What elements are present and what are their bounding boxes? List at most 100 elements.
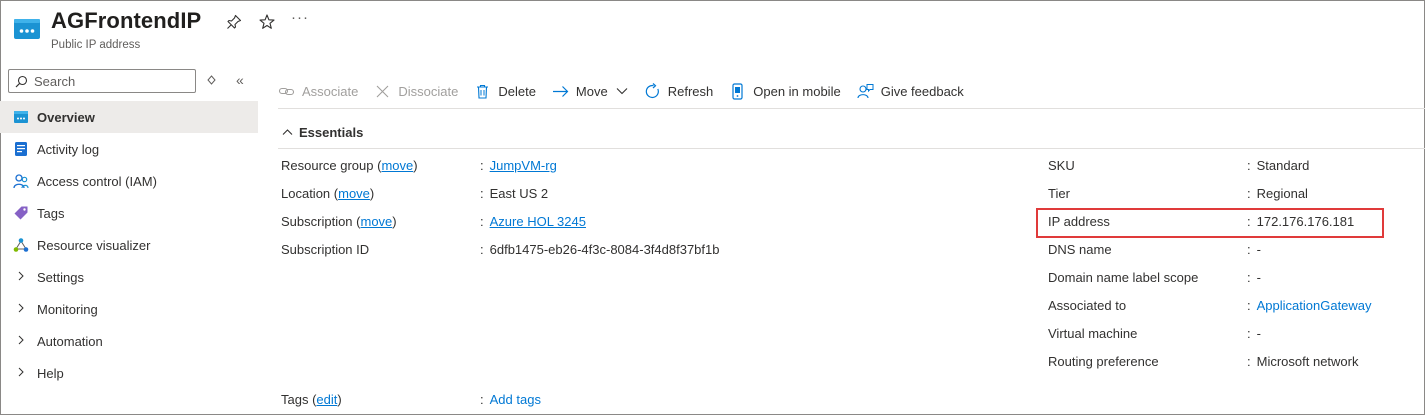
tags-value-row: : Add tags [480,392,541,407]
chevron-right-icon [13,302,29,316]
sidebar-item-monitoring[interactable]: Monitoring [0,293,258,325]
virtual-machine-value-row: :- [1247,326,1261,341]
link-icon [278,87,295,95]
subscription-value-row: : Azure HOL 3245 [480,214,586,229]
open-in-mobile-button[interactable]: Open in mobile [729,82,841,100]
sidebar-item-label: Help [37,365,64,381]
resource-group-move-link[interactable]: move [381,158,413,173]
overview-icon [13,109,29,125]
sidebar-nav: Overview Activity log Access control (IA… [0,101,258,389]
essentials-title: Essentials [299,125,364,140]
associated-to-value-row: : ApplicationGateway [1247,298,1372,313]
subscription-move-link[interactable]: move [361,214,393,229]
chevron-down-icon [616,88,628,95]
pin-icon[interactable] [225,13,243,31]
command-bar: Associate Dissociate Delete Move Refresh… [278,76,980,106]
resource-group-value-row: : JumpVM-rg [480,158,557,173]
sidebar-item-label: Resource visualizer [37,237,151,253]
refresh-icon [645,82,659,98]
chevron-up-icon [282,129,293,135]
delete-button[interactable]: Delete [474,83,536,100]
tags-edit-link[interactable]: edit [316,392,337,407]
page-title: AGFrontendIP [51,8,202,33]
subscription-label: Subscription [281,214,353,229]
delete-label: Delete [498,83,536,99]
resource-visualizer-icon [13,237,29,253]
sidebar-item-label: Automation [37,333,103,349]
sidebar-item-label: Access control (IAM) [37,173,157,189]
subscription-value[interactable]: Azure HOL 3245 [490,214,586,229]
domain-label-scope-label: Domain name label scope [1048,270,1199,285]
routing-preference-value: Microsoft network [1256,354,1359,369]
tag-icon [13,205,29,221]
feedback-icon [857,83,874,98]
dissociate-label: Dissociate [398,83,459,99]
routing-preference-label: Routing preference [1048,354,1159,369]
tier-value: Regional [1256,186,1308,201]
resource-group-label: Resource group [281,158,374,173]
sidebar-item-label: Settings [37,269,84,285]
sort-toggle-icon[interactable] [206,75,217,86]
sidebar-item-overview[interactable]: Overview [0,101,258,133]
refresh-label: Refresh [667,83,714,99]
collapse-sidebar-button[interactable]: « [236,72,244,88]
search-icon [15,75,28,87]
location-value: East US 2 [489,186,549,201]
give-feedback-button[interactable]: Give feedback [857,83,964,100]
dissociate-button[interactable]: Dissociate [374,83,458,100]
move-button[interactable]: Move [552,83,628,100]
sidebar-item-tags[interactable]: Tags [0,197,258,229]
essentials-toggle[interactable]: Essentials [282,125,363,140]
give-feedback-label: Give feedback [880,83,964,99]
sidebar-item-label: Tags [37,205,65,221]
location-move-link[interactable]: move [338,186,370,201]
tier-label: Tier [1048,186,1070,201]
subscription-id-value-row: :6dfb1475-eb26-4f3c-8084-3f4d8f37bf1b [480,242,720,257]
sku-value-row: : Standard [1247,158,1310,173]
subscription-id-label: Subscription ID [281,242,370,257]
virtual-machine-label: Virtual machine [1048,326,1138,341]
location-value-row: : East US 2 [480,186,549,201]
dns-name-value-row: :- [1247,242,1261,257]
more-actions-button[interactable]: ··· [291,9,309,26]
sidebar-item-activity-log[interactable]: Activity log [0,133,258,165]
associate-button[interactable]: Associate [278,83,358,100]
location-label: Location [281,186,331,201]
sidebar-item-resource-visualizer[interactable]: Resource visualizer [0,229,258,261]
subscription-id-key: Subscription ID [281,242,369,257]
move-label: Move [575,83,608,99]
essentials-divider [278,148,1425,149]
routing-preference-value-row: : Microsoft network [1247,354,1359,369]
location-key: Location (move) [281,186,375,201]
subscription-id-value: 6dfb1475-eb26-4f3c-8084-3f4d8f37bf1b [489,242,720,257]
mobile-icon [732,82,743,100]
tags-key: Tags (edit) [281,392,342,407]
ip-address-highlight-box [1036,208,1384,238]
sidebar-item-iam[interactable]: Access control (IAM) [0,165,258,197]
associated-to-link[interactable]: ApplicationGateway [1257,298,1372,313]
sidebar-item-automation[interactable]: Automation [0,325,258,357]
tags-label: Tags [281,392,309,407]
search-input[interactable] [34,73,184,89]
tier-value-row: : Regional [1247,186,1308,201]
sidebar-item-settings[interactable]: Settings [0,261,258,293]
favorite-star-icon[interactable] [258,13,276,31]
add-tags-link[interactable]: Add tags [490,392,541,407]
sidebar-item-label: Activity log [37,141,100,157]
open-in-mobile-label: Open in mobile [753,83,841,99]
dns-name-label: DNS name [1048,242,1112,257]
public-ip-icon [14,19,40,39]
toolbar-divider [278,108,1425,109]
activity-log-icon [13,141,29,157]
sidebar-search[interactable] [8,69,196,93]
virtual-machine-value: - [1256,326,1261,341]
arrow-right-icon [552,85,569,97]
sidebar-item-help[interactable]: Help [0,357,258,389]
refresh-button[interactable]: Refresh [644,82,714,100]
chevron-right-icon [13,366,29,380]
resource-group-value[interactable]: JumpVM-rg [490,158,557,173]
sku-value: Standard [1256,158,1310,173]
sidebar-item-label: Monitoring [37,301,98,317]
resource-group-key: Resource group (move) [281,158,418,173]
sidebar-item-label: Overview [37,109,95,125]
